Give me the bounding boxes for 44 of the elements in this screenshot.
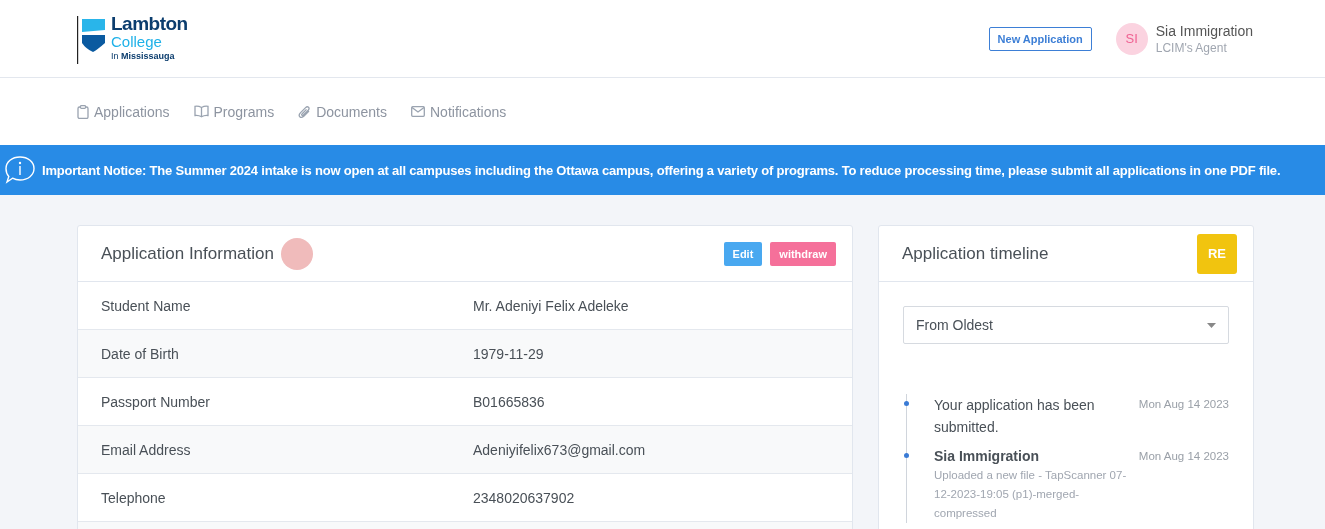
college-logo[interactable]: Lambton College In Mississauga [77,13,188,64]
timeline-dot [904,401,909,406]
field-value: Mr. Adeniyi Felix Adeleke [473,297,629,314]
logo-campus: In Mississauga [111,51,176,61]
field-label: Email Address [101,441,192,458]
field-label: Student Name [101,297,192,314]
timeline-date: Mon Aug 14 2023 [1138,397,1229,412]
timeline-author: Sia Immigration [934,447,1041,466]
nav-link[interactable]: Applications [77,103,170,120]
new-application-button[interactable]: New Application [988,26,1092,51]
book-icon [193,105,209,118]
nav-link[interactable]: Programs [193,103,275,120]
logo-subtitle: College [111,33,163,49]
timeline-dot [904,453,909,458]
user-avatar[interactable]: SI [1115,22,1148,55]
withdraw-button[interactable]: withdraw [770,241,836,266]
notice-text: Important Notice: The Summer 2024 intake is now open at all campuses including the Ottawa campus, offering a variety of programs. To reduce processing time, please submit all applications in one PDF file. [42,162,1281,178]
timeline-detail: Uploaded a new file - TapScanner 07-12-2023-19:05 (p1)-merged-compressed [934,468,1128,521]
caret-icon [1207,322,1216,328]
field-value: 2348020637902 [473,489,575,506]
flag-logo-icon [77,15,107,64]
nav-link[interactable]: Notifications [411,103,507,120]
clipboard-icon [77,104,89,119]
sort-dropdown[interactable]: From Oldest [903,306,1229,344]
field-label: Passport Number [101,393,211,410]
info-bubble-icon [4,155,36,185]
user-role: LCIM's Agent [1155,40,1228,55]
logo-name: Lambton [111,13,188,33]
field-value: Adeniyifelix673@gmail.com [473,441,646,458]
timeline-date: Mon Aug 14 2023 [1138,449,1229,464]
card-title: Application timeline [902,243,1049,264]
status-badge: RE [1197,233,1237,274]
timeline-text: Your application has been submitted. [934,396,1096,437]
user-name: Sia Immigration [1155,22,1253,39]
field-label: Date of Birth [101,345,180,362]
field-value: B01665836 [473,393,545,410]
card-title: Application Information [101,243,274,264]
field-value: 1979-11-29 [473,345,544,362]
status-dot [280,237,313,270]
paperclip-icon [298,104,312,119]
field-label: Telephone [101,489,167,506]
nav-link[interactable]: Documents [298,103,387,120]
edit-button[interactable]: Edit [723,241,763,266]
mail-icon [411,106,425,117]
